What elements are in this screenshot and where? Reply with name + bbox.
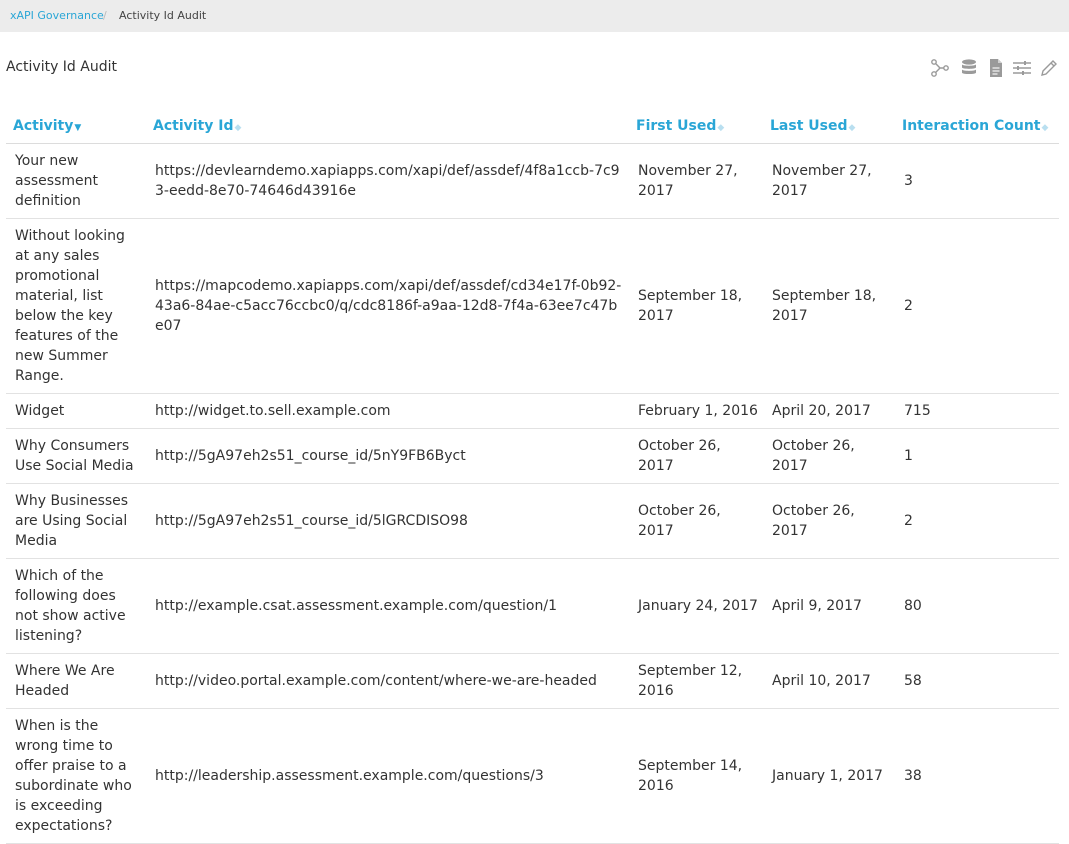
breadcrumb-separator: /: [103, 9, 107, 22]
activity-cell: Which of the following does not show act…: [6, 558, 146, 654]
last-used-cell: April 20, 2017: [763, 393, 895, 429]
first-used-cell: October 26, 2017: [629, 483, 763, 559]
table-row[interactable]: Why Businesses are Using Social Media ht…: [6, 483, 1059, 559]
page-title: Activity Id Audit: [6, 59, 117, 75]
table-row[interactable]: Why Consumers Use Social Media http://5g…: [6, 428, 1059, 484]
activity-cell: Why Businesses are Using Social Media: [6, 483, 146, 559]
column-header-label: Last Used: [770, 117, 848, 134]
share-graph-icon[interactable]: [930, 58, 950, 78]
breadcrumb: xAPI Governance / Activity Id Audit: [0, 0, 1069, 32]
activity-id-cell: http://example.csat.assessment.example.c…: [146, 558, 629, 654]
breadcrumb-link-xapi-governance[interactable]: xAPI Governance: [10, 0, 104, 32]
column-header-activity-id[interactable]: Activity Id◆: [146, 108, 629, 144]
column-header-first-used[interactable]: First Used◆: [629, 108, 763, 144]
pencil-icon[interactable]: [1039, 58, 1059, 78]
toolbar: [930, 58, 1062, 80]
activity-cell: Your new assessment definition: [6, 143, 146, 219]
first-used-cell: February 1, 2016: [629, 393, 763, 429]
activity-cell: Where We Are Headed: [6, 653, 146, 709]
sort-descending-icon: ▼: [74, 122, 82, 133]
activity-id-cell: http://video.portal.example.com/content/…: [146, 653, 629, 709]
breadcrumb-current: Activity Id Audit: [119, 9, 207, 22]
sort-icon: ◆: [717, 122, 725, 133]
column-header-label: Activity: [13, 117, 74, 134]
interaction-count-cell: 2: [895, 218, 1059, 394]
table-row[interactable]: Your new assessment definition https://d…: [6, 143, 1059, 219]
activity-id-cell: https://mapcodemo.xapiapps.com/xapi/def/…: [146, 218, 629, 394]
document-icon[interactable]: [986, 58, 1006, 78]
interaction-count-cell: 38: [895, 708, 1059, 844]
column-header-interaction-count[interactable]: Interaction Count◆: [895, 108, 1059, 144]
activity-id-cell: http://5gA97eh2s51_course_id/5lGRCDISO98: [146, 483, 629, 559]
sort-icon: ◆: [234, 122, 242, 133]
activity-id-cell: http://5gA97eh2s51_course_id/5nY9FB6Byct: [146, 428, 629, 484]
last-used-cell: April 10, 2017: [763, 653, 895, 709]
last-used-cell: September 18, 2017: [763, 218, 895, 394]
first-used-cell: January 24, 2017: [629, 558, 763, 654]
column-header-label: First Used: [636, 117, 717, 134]
column-header-label: Activity Id: [153, 117, 234, 134]
last-used-cell: January 1, 2017: [763, 708, 895, 844]
interaction-count-cell: 715: [895, 393, 1059, 429]
activity-cell: Why Consumers Use Social Media: [6, 428, 146, 484]
interaction-count-cell: 80: [895, 558, 1059, 654]
first-used-cell: September 12, 2016: [629, 653, 763, 709]
table-row[interactable]: Without looking at any sales promotional…: [6, 218, 1059, 394]
last-used-cell: October 26, 2017: [763, 428, 895, 484]
table-row[interactable]: Which of the following does not show act…: [6, 558, 1059, 654]
interaction-count-cell: 58: [895, 653, 1059, 709]
column-header-last-used[interactable]: Last Used◆: [763, 108, 895, 144]
activity-cell: Without looking at any sales promotional…: [6, 218, 146, 394]
interaction-count-cell: 2: [895, 483, 1059, 559]
last-used-cell: November 27, 2017: [763, 143, 895, 219]
activity-id-cell: http://widget.to.sell.example.com: [146, 393, 629, 429]
settings-sliders-icon[interactable]: [1012, 58, 1032, 78]
activity-id-cell: https://devlearndemo.xapiapps.com/xapi/d…: [146, 143, 629, 219]
first-used-cell: November 27, 2017: [629, 143, 763, 219]
first-used-cell: September 18, 2017: [629, 218, 763, 394]
activity-cell: Widget: [6, 393, 146, 429]
table-row[interactable]: When is the wrong time to offer praise t…: [6, 708, 1059, 844]
activity-cell: When is the wrong time to offer praise t…: [6, 708, 146, 844]
first-used-cell: September 14, 2016: [629, 708, 763, 844]
sort-icon: ◆: [1041, 122, 1049, 133]
interaction-count-cell: 1: [895, 428, 1059, 484]
table-row[interactable]: Where We Are Headed http://video.portal.…: [6, 653, 1059, 709]
database-icon[interactable]: [959, 58, 979, 78]
column-header-activity[interactable]: Activity▼: [6, 108, 146, 144]
last-used-cell: October 26, 2017: [763, 483, 895, 559]
column-header-label: Interaction Count: [902, 117, 1041, 134]
table-row[interactable]: Widget http://widget.to.sell.example.com…: [6, 393, 1059, 429]
activity-id-cell: http://leadership.assessment.example.com…: [146, 708, 629, 844]
first-used-cell: October 26, 2017: [629, 428, 763, 484]
interaction-count-cell: 3: [895, 143, 1059, 219]
sort-icon: ◆: [848, 122, 856, 133]
table-header-row: Activity▼ Activity Id◆ First Used◆ Last …: [6, 108, 1059, 144]
activity-audit-table: Activity▼ Activity Id◆ First Used◆ Last …: [6, 108, 1059, 844]
last-used-cell: April 9, 2017: [763, 558, 895, 654]
